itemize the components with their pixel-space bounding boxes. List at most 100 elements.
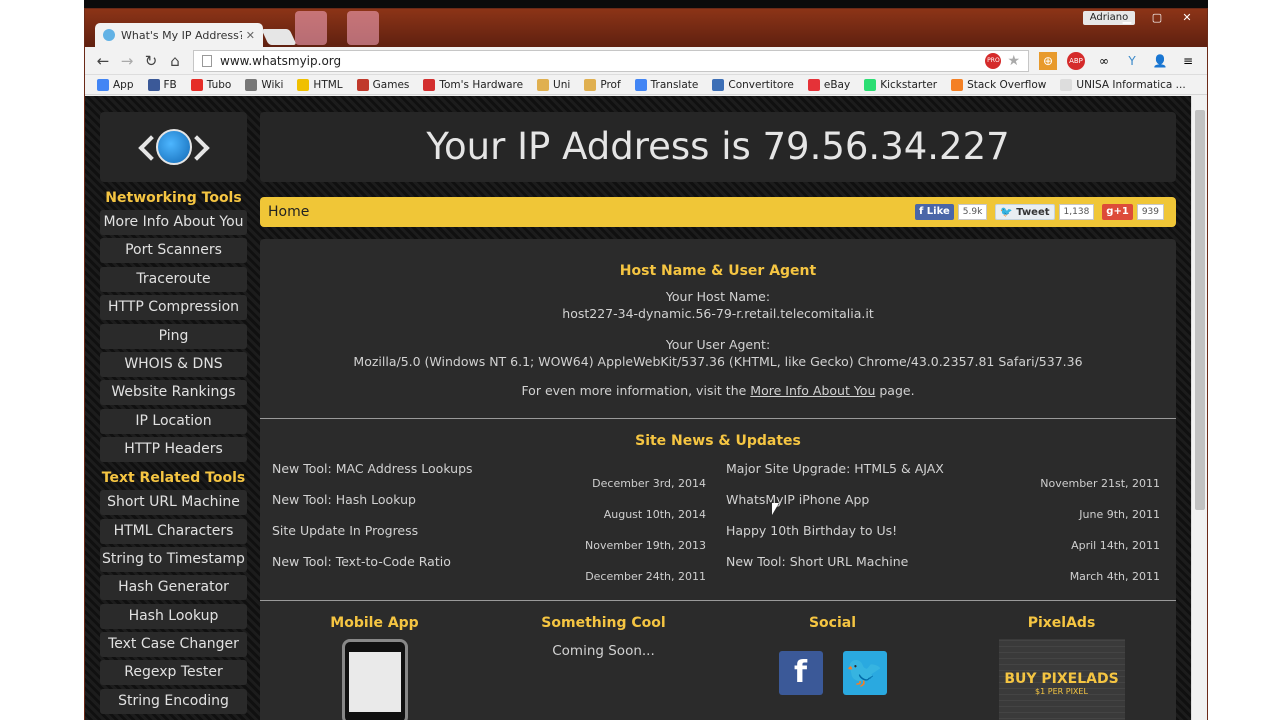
- y-extension-icon[interactable]: Y: [1123, 52, 1141, 70]
- sidebar-tool-link[interactable]: Ping: [100, 323, 247, 349]
- page-scrollbar[interactable]: [1191, 96, 1207, 720]
- bookmark-icon: [297, 78, 310, 91]
- news-title-link[interactable]: New Tool: Hash Lookup: [272, 492, 710, 507]
- bookmark-item[interactable]: FB: [142, 78, 183, 91]
- bookmark-item[interactable]: Uni: [531, 78, 576, 91]
- glasses-icon[interactable]: ∞: [1095, 52, 1113, 70]
- news-title-link[interactable]: New Tool: MAC Address Lookups: [272, 461, 710, 476]
- bookmark-item[interactable]: Convertitore: [706, 78, 800, 91]
- bookmark-item[interactable]: Stack Overflow: [945, 78, 1052, 91]
- social-section: Social f 🐦: [718, 615, 947, 720]
- bookmark-label: Prof: [600, 78, 621, 91]
- news-title-link[interactable]: New Tool: Short URL Machine: [726, 554, 1164, 569]
- close-window-icon[interactable]: ✕: [1175, 11, 1199, 25]
- minimize-icon[interactable]: ▁: [1115, 11, 1139, 25]
- sidebar-tool-link[interactable]: Regexp Tester: [100, 660, 247, 686]
- site-favicon-icon: [103, 29, 115, 41]
- desktop-background-right: [1208, 0, 1280, 720]
- news-item: New Tool: MAC Address Lookups December 3r…: [272, 461, 710, 492]
- bookmark-item[interactable]: UNISA Informatica ...: [1054, 78, 1191, 91]
- bookmark-label: HTML: [313, 78, 343, 91]
- sidebar-tool-link[interactable]: Text Case Changer: [100, 632, 247, 658]
- news-item: Happy 10th Birthday to Us! April 14th, 20…: [726, 523, 1164, 554]
- pixelads-banner[interactable]: BUY PIXELADS $1 PER PIXEL: [998, 639, 1125, 720]
- google-plus-button[interactable]: g+1: [1102, 204, 1133, 220]
- bookmark-label: FB: [163, 78, 177, 91]
- sidebar-tool-link[interactable]: Hash Generator: [100, 575, 247, 601]
- scrollbar-thumb[interactable]: [1195, 110, 1205, 510]
- news-section-title: Site News & Updates: [635, 433, 801, 449]
- bookmark-item[interactable]: Games: [351, 78, 416, 91]
- tweet-button[interactable]: 🐦 Tweet: [995, 204, 1055, 220]
- new-tab-button[interactable]: [261, 29, 297, 45]
- sidebar-tool-link[interactable]: Website Rankings: [100, 380, 247, 406]
- news-title-link[interactable]: Site Update In Progress: [272, 523, 710, 538]
- bookmark-item[interactable]: HTML: [291, 78, 348, 91]
- sidebar-tool-link[interactable]: Short URL Machine: [100, 490, 247, 516]
- desktop-background-left: [0, 0, 84, 720]
- sidebar-tool-link[interactable]: More Info About You: [100, 210, 247, 235]
- browser-tab[interactable]: What's My IP Address? N ✕: [95, 23, 263, 47]
- back-icon[interactable]: ←: [91, 52, 115, 70]
- bookmark-label: Uni: [553, 78, 571, 91]
- reload-icon[interactable]: ↻: [139, 52, 163, 70]
- iphone-app-image[interactable]: [341, 639, 408, 720]
- news-title-link[interactable]: New Tool: Text-to-Code Ratio: [272, 554, 710, 569]
- address-bar[interactable]: www.whatsmyip.org PRO ★: [193, 49, 1029, 72]
- host-info-card: Host Name & User Agent Your Host Name: h…: [260, 239, 1176, 419]
- bookmark-icon: [1060, 78, 1073, 91]
- bookmark-icon: [423, 78, 436, 91]
- breadcrumb-bar: Home f Like 5.9k 🐦 Tweet 1,138 g+1 939: [260, 197, 1176, 227]
- background-tab-thumbnails: [295, 11, 395, 45]
- bookmark-item[interactable]: Kickstarter: [858, 78, 943, 91]
- sidebar-tool-link[interactable]: HTML Characters: [100, 518, 247, 544]
- tweet-count: 1,138: [1058, 204, 1095, 220]
- menu-icon[interactable]: ≡: [1179, 52, 1197, 70]
- adblock-icon[interactable]: ABP: [1067, 51, 1085, 70]
- text-tools-heading: Text Related Tools: [101, 470, 246, 487]
- home-breadcrumb[interactable]: Home: [268, 204, 309, 220]
- pro-extension-icon[interactable]: PRO: [985, 52, 1002, 69]
- sidebar-tool-link[interactable]: Traceroute: [100, 266, 247, 292]
- home-icon[interactable]: ⌂: [163, 52, 187, 70]
- bookmark-item[interactable]: Translate: [629, 78, 705, 91]
- sidebar-tool-link[interactable]: IP Location: [100, 408, 247, 434]
- more-info-link[interactable]: More Info About You: [750, 383, 875, 398]
- news-title-link[interactable]: Happy 10th Birthday to Us!: [726, 523, 1164, 538]
- bookmark-item[interactable]: eBay: [802, 78, 856, 91]
- bookmark-item[interactable]: Tom's Hardware: [417, 78, 529, 91]
- maximize-icon[interactable]: ▢: [1145, 11, 1169, 25]
- sidebar-tool-link[interactable]: WHOIS & DNS: [100, 351, 247, 377]
- twitter-icon[interactable]: 🐦: [842, 651, 887, 695]
- bookmark-item[interactable]: Wiki: [239, 78, 289, 91]
- site-logo[interactable]: [100, 112, 247, 182]
- bookmarks-bar: App FB Tubo Wiki HTML Games Tom's Hardware Uni P…: [85, 75, 1207, 95]
- facebook-icon[interactable]: f: [778, 651, 823, 695]
- bookmark-label: UNISA Informatica ...: [1076, 78, 1186, 91]
- bookmark-item[interactable]: Tubo: [185, 78, 238, 91]
- close-tab-icon[interactable]: ✕: [246, 29, 255, 42]
- sidebar-tool-link[interactable]: Hash Lookup: [100, 603, 247, 629]
- user-icon[interactable]: 👤: [1151, 52, 1169, 70]
- facebook-like-button[interactable]: f Like: [914, 204, 954, 220]
- sidebar-tool-link[interactable]: String Encoding: [100, 688, 247, 714]
- sidebar-tool-link[interactable]: HTTP Compression: [100, 295, 247, 321]
- browser-window: What's My IP Address? N ✕ Adriano ▁ ▢ ✕ …: [84, 8, 1208, 720]
- forward-icon[interactable]: →: [115, 52, 139, 70]
- networking-tools-heading: Networking Tools: [105, 190, 242, 206]
- news-title-link[interactable]: WhatsMyIP iPhone App: [726, 492, 1164, 507]
- extension-icon[interactable]: ⊕: [1039, 51, 1057, 70]
- sidebar-tool-link[interactable]: HTTP Headers: [100, 437, 247, 463]
- news-item: New Tool: Hash Lookup August 10th, 2014: [272, 492, 710, 523]
- globe-logo-icon: [155, 129, 192, 165]
- sidebar-tool-link[interactable]: String to Timestamp: [100, 546, 247, 572]
- bookmark-item[interactable]: App: [91, 78, 140, 91]
- page-icon: [202, 54, 212, 67]
- bookmark-item[interactable]: Prof: [578, 78, 626, 91]
- sidebar-tool-link[interactable]: Port Scanners: [100, 238, 247, 264]
- bookmark-label: Tubo: [206, 78, 232, 91]
- tab-title: What's My IP Address? N: [121, 28, 242, 42]
- bookmark-star-icon[interactable]: ★: [1007, 53, 1020, 69]
- google-plus-count: 939: [1136, 204, 1164, 220]
- news-title-link[interactable]: Major Site Upgrade: HTML5 & AJAX: [726, 461, 1164, 476]
